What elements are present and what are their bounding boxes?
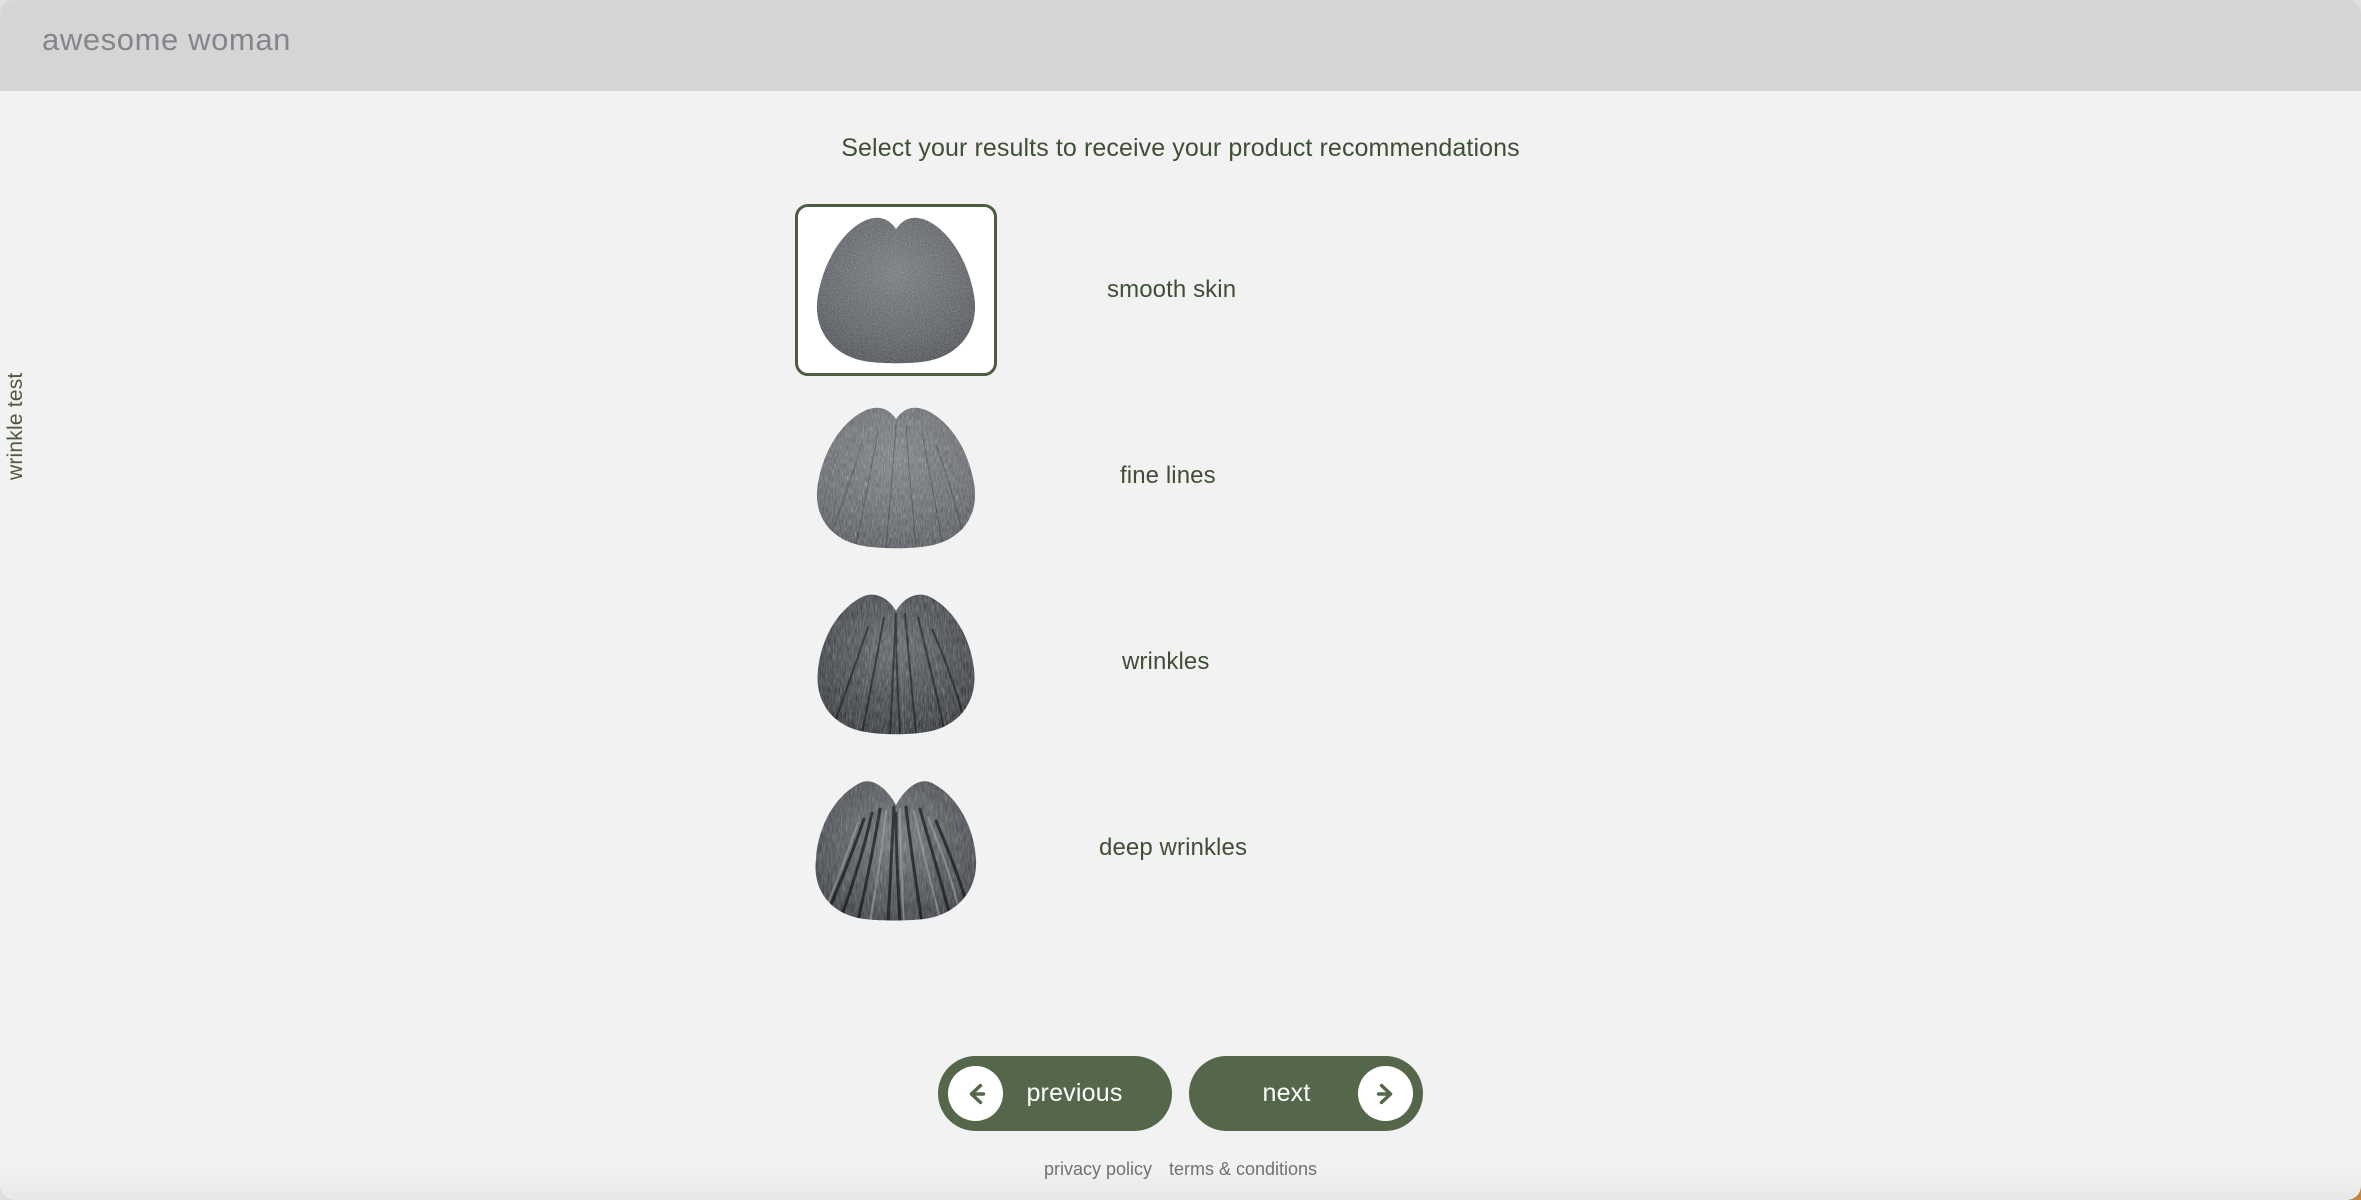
app-card: awesome woman wrinkle test Select your r… <box>0 0 2361 1200</box>
previous-button-label: previous <box>1026 1079 1123 1107</box>
privacy-policy-link[interactable]: privacy policy <box>1044 1159 1152 1179</box>
option-row-fine-lines[interactable]: fine lines <box>793 383 1693 569</box>
main-content: Select your results to receive your prod… <box>0 91 2361 1200</box>
next-button[interactable]: next <box>1189 1056 1423 1131</box>
texture-fine-lines-icon <box>808 401 984 551</box>
terms-conditions-link[interactable]: terms & conditions <box>1169 1159 1317 1179</box>
texture-smooth-skin-icon <box>808 215 984 365</box>
option-thumb-box-wrinkles[interactable] <box>795 576 997 748</box>
option-thumb-box-smooth-skin[interactable] <box>795 204 997 376</box>
option-row-wrinkles[interactable]: wrinkles <box>793 569 1693 755</box>
texture-deep-wrinkles-icon <box>808 773 984 923</box>
arrow-right-icon <box>1358 1066 1413 1121</box>
top-bar: awesome woman <box>0 0 2361 91</box>
texture-wrinkles-icon <box>808 587 984 737</box>
option-thumb-box-deep-wrinkles[interactable] <box>795 762 997 934</box>
next-button-label: next <box>1262 1079 1311 1107</box>
footer-links: privacy policy terms & conditions <box>0 1159 2361 1180</box>
arrow-left-icon <box>948 1066 1003 1121</box>
result-options-list: smooth skin fine lines wrinkles deep wri… <box>793 197 1693 941</box>
page-prompt: Select your results to receive your prod… <box>841 134 1520 162</box>
option-row-smooth-skin[interactable]: smooth skin <box>793 197 1693 383</box>
option-label-deep-wrinkles: deep wrinkles <box>1099 834 1248 861</box>
option-label-smooth-skin: smooth skin <box>1107 276 1237 303</box>
navigation-buttons: previous next <box>0 1056 2361 1131</box>
brand-title: awesome woman <box>42 22 292 57</box>
option-label-wrinkles: wrinkles <box>1122 648 1210 675</box>
option-thumb-box-fine-lines[interactable] <box>795 390 997 562</box>
option-row-deep-wrinkles[interactable]: deep wrinkles <box>793 755 1693 941</box>
option-label-fine-lines: fine lines <box>1120 462 1216 489</box>
previous-button[interactable]: previous <box>938 1056 1172 1131</box>
